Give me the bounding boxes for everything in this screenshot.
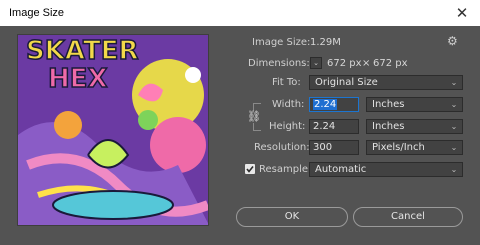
resolution-unit-dropdown[interactable]: Pixels/Inch ⌄: [366, 140, 463, 155]
resample-label: Resample:: [259, 164, 312, 175]
resolution-value: 300: [313, 142, 333, 153]
ok-button[interactable]: OK: [236, 207, 348, 227]
resolution-unit: Pixels/Inch: [372, 142, 425, 153]
chevron-down-icon: ⌄: [450, 122, 458, 131]
resample-checkbox[interactable]: [245, 164, 255, 174]
image-size-label: Image Size:: [252, 37, 311, 48]
chevron-down-icon: ⌄: [450, 100, 458, 109]
height-field[interactable]: 2.24: [309, 119, 359, 134]
dimensions-height: 672 px: [373, 58, 408, 69]
preview-title-line2: HEX: [48, 64, 108, 94]
chevron-down-icon: ⌄: [450, 143, 458, 152]
height-unit-dropdown[interactable]: Inches ⌄: [366, 119, 463, 134]
width-label: Width:: [272, 99, 305, 110]
fit-to-dropdown[interactable]: Original Size ⌄: [309, 75, 463, 90]
link-bracket-bottom: [253, 123, 261, 131]
width-value: 2.24: [313, 99, 338, 110]
gear-icon[interactable]: ⚙: [447, 34, 458, 48]
width-field[interactable]: 2.24: [309, 97, 359, 112]
checkmark-icon: [246, 166, 254, 173]
chevron-down-icon: ⌄: [450, 78, 458, 87]
dimensions-label: Dimensions:: [248, 58, 310, 69]
image-size-value: 1.29M: [310, 37, 341, 48]
preview-title-line1: SKATER: [26, 36, 139, 66]
width-unit-dropdown[interactable]: Inches ⌄: [366, 97, 463, 112]
cancel-button[interactable]: Cancel: [353, 207, 463, 227]
dimensions-toggle-icon[interactable]: ⌄: [310, 57, 322, 69]
preview-artwork: SKATER HEX: [18, 35, 208, 225]
height-value: 2.24: [313, 121, 336, 132]
fit-to-label: Fit To:: [272, 77, 301, 88]
width-unit: Inches: [372, 99, 405, 110]
fit-to-value: Original Size: [315, 77, 378, 88]
image-preview: SKATER HEX: [17, 34, 209, 226]
title-bar: Image Size ✕: [0, 0, 480, 26]
dimensions-times: ×: [362, 58, 371, 69]
chain-link-icon[interactable]: ⛓: [247, 111, 261, 123]
close-icon[interactable]: ✕: [452, 3, 472, 23]
height-unit: Inches: [372, 121, 405, 132]
dimensions-width: 672 px: [327, 58, 362, 69]
resample-dropdown[interactable]: Automatic ⌄: [309, 162, 463, 177]
resolution-label: Resolution:: [254, 142, 310, 153]
height-label: Height:: [269, 121, 306, 132]
chevron-down-icon: ⌄: [450, 165, 458, 174]
resolution-field[interactable]: 300: [309, 140, 359, 155]
resample-value: Automatic: [315, 164, 367, 175]
window-title: Image Size: [9, 7, 65, 19]
